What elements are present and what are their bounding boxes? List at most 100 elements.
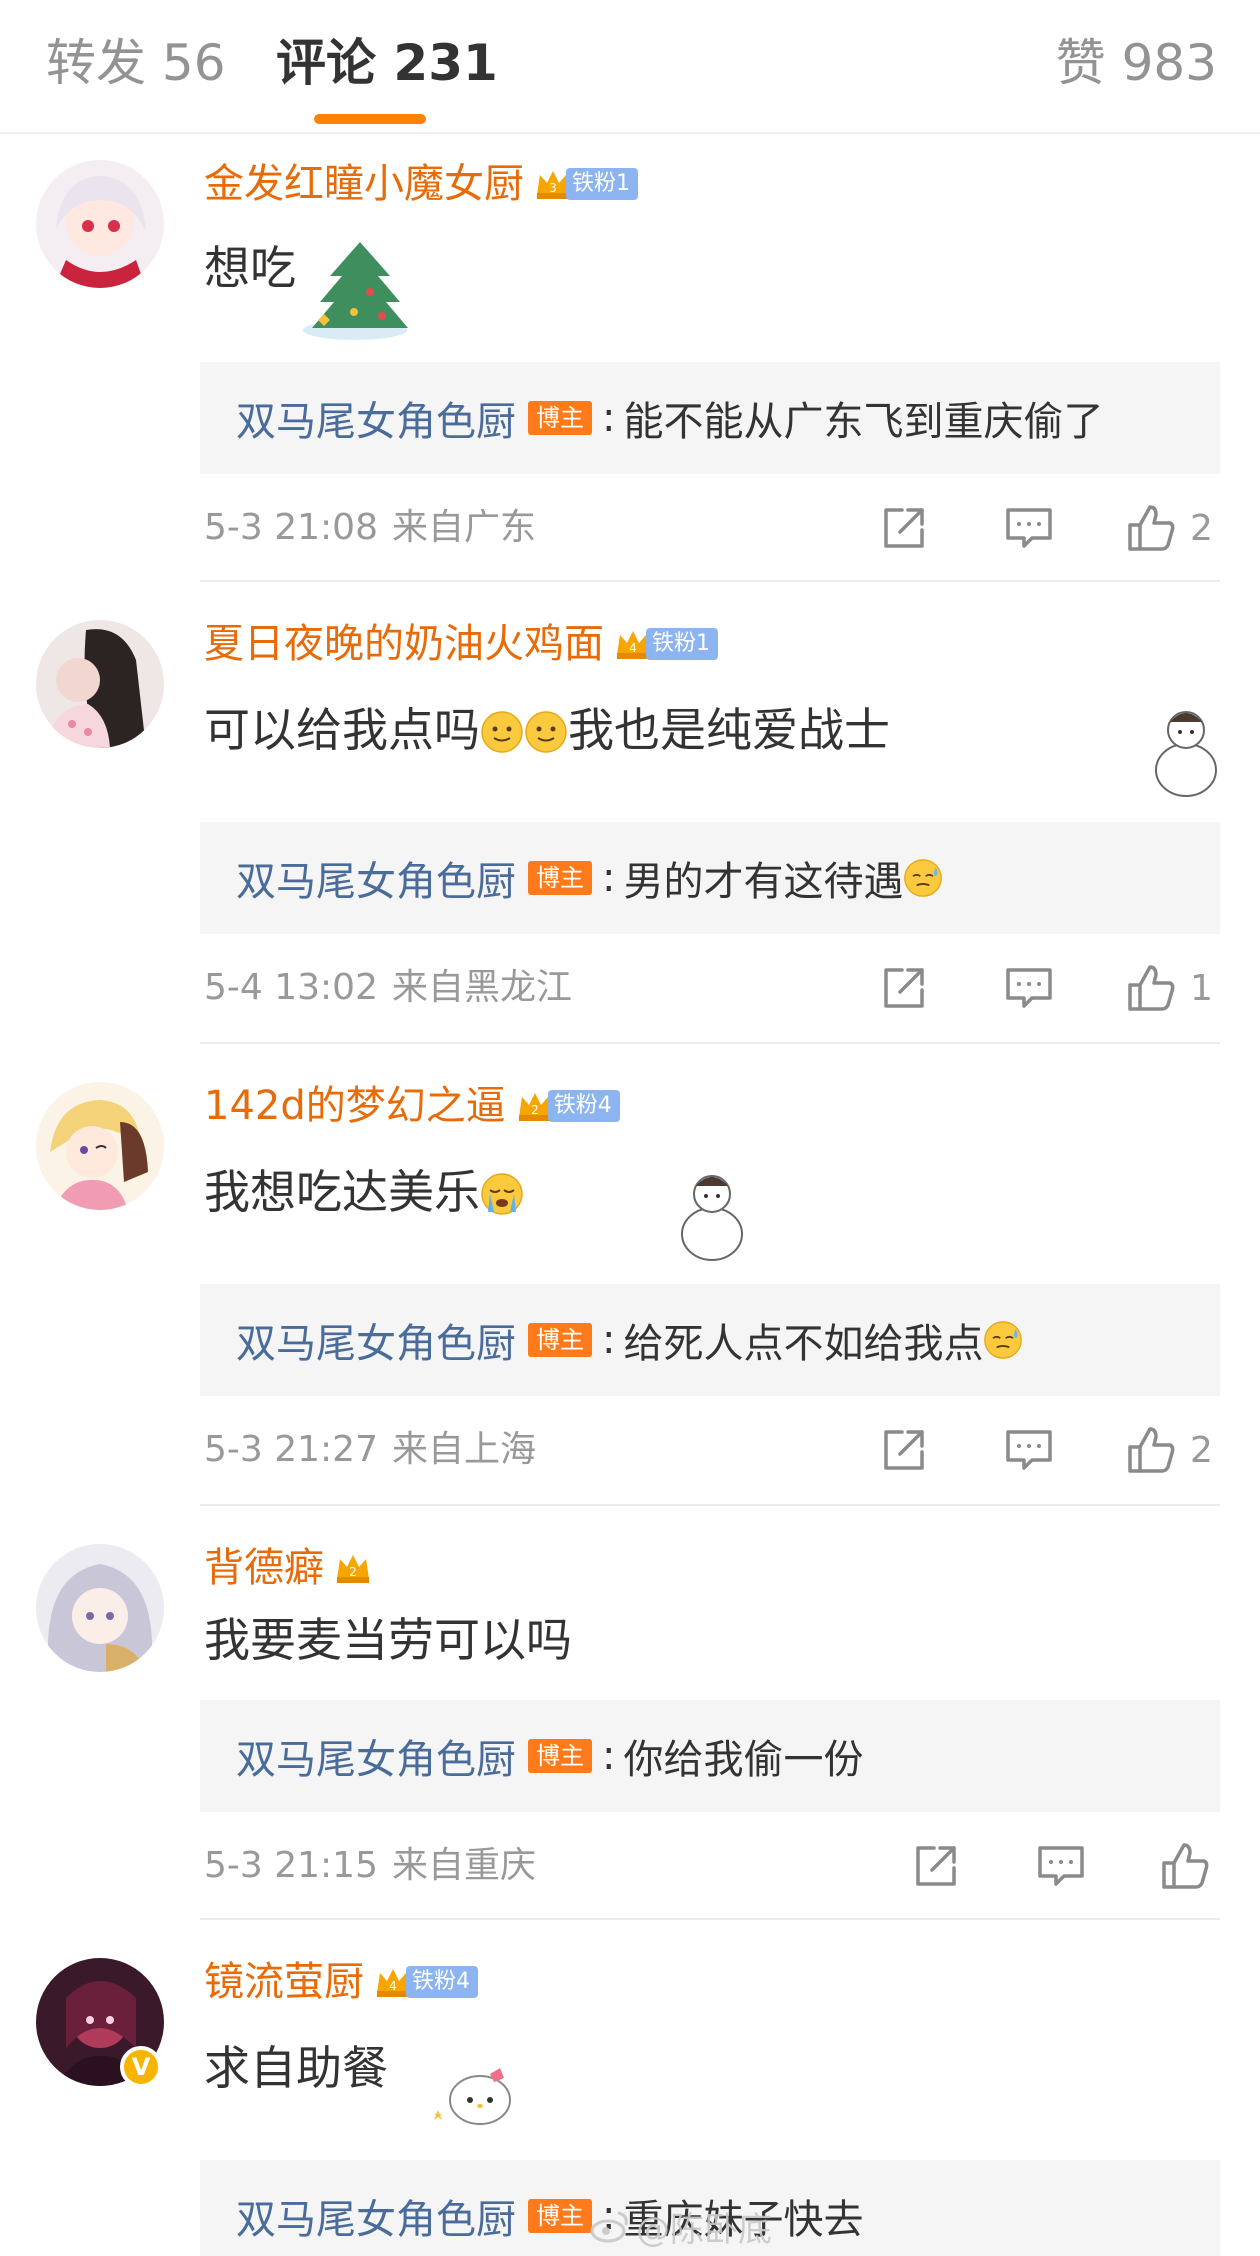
reply-button[interactable] [1004, 498, 1054, 558]
sweat-emoji-icon [983, 1320, 1023, 1360]
comment-location: 来自上海 [392, 1429, 537, 1470]
thumbs-up-icon [1128, 1427, 1175, 1473]
blogger-badge: 博主 [528, 2199, 592, 2233]
comment-text: 想吃 [204, 241, 296, 295]
verified-badge-icon: V [120, 2046, 162, 2088]
blogger-reply[interactable]: 双马尾女角色厨 博主 : 能不能从广东飞到重庆偷了 [200, 362, 1220, 474]
comment-icon [1006, 1430, 1052, 1470]
christmas-tree-sticker-icon [300, 232, 430, 342]
comment-header: 夏日夜晚的奶油火鸡面 4 铁粉1 [204, 614, 718, 674]
like-count: 2 [1190, 1429, 1213, 1471]
svg-text:3: 3 [549, 181, 557, 195]
blogger-reply[interactable]: 双马尾女角色厨 博主 : 男的才有这待遇 [200, 822, 1220, 934]
share-button[interactable] [880, 1420, 928, 1480]
reply-username[interactable]: 双马尾女角色厨 [236, 2187, 516, 2245]
blogger-reply[interactable]: 双马尾女角色厨 博主 : 你给我偷一份 [200, 1700, 1220, 1812]
reply-colon: : [602, 1733, 616, 1779]
like-button[interactable]: 2 [1126, 498, 1213, 558]
fan-badge: 铁粉4 [406, 1966, 478, 1998]
comment-header: 背德癖 2 [204, 1538, 372, 1598]
watermark-text: @陈卧底 [636, 2209, 772, 2250]
avatar[interactable] [36, 1082, 164, 1210]
reply-colon: : [602, 395, 616, 441]
weibo-logo-icon [590, 2211, 628, 2243]
tab-likes[interactable]: 赞 983 [1056, 28, 1217, 98]
comment-meta: 5-3 21:15 来自重庆 [204, 1836, 536, 1896]
thumbs-up-icon [1128, 965, 1175, 1011]
comment-text-part: 可以给我点吗 [204, 703, 480, 757]
comment-text: 求自助餐 [204, 2041, 388, 2095]
comment-text-part: 我也是纯爱战士 [568, 703, 890, 757]
blogger-badge: 博主 [528, 861, 592, 895]
like-button[interactable]: 2 [1126, 1420, 1213, 1480]
avatar[interactable] [36, 1544, 164, 1672]
like-button[interactable] [1160, 1836, 1224, 1896]
crying-emoji-icon [480, 1172, 524, 1216]
username[interactable]: 142d的梦幻之逼 [204, 1076, 506, 1136]
cat-sticker-icon [1150, 700, 1222, 800]
hello-kitty-sticker-icon [420, 2060, 530, 2140]
comment-time: 5-4 13:02 [204, 967, 378, 1008]
reply-username[interactable]: 双马尾女角色厨 [236, 849, 516, 907]
share-icon [884, 968, 924, 1008]
reply-username[interactable]: 双马尾女角色厨 [236, 389, 516, 447]
svg-text:2: 2 [349, 1565, 357, 1579]
comment-location: 来自重庆 [392, 1845, 537, 1886]
comment-header: 142d的梦幻之逼 2 铁粉4 [204, 1076, 620, 1136]
reply-button[interactable] [1004, 958, 1054, 1018]
comment-tabs: 转发 56 评论 231 赞 983 [0, 0, 1260, 134]
comment-text-part: 我想吃达美乐 [204, 1165, 480, 1219]
blogger-badge: 博主 [528, 401, 592, 435]
share-button[interactable] [880, 498, 928, 558]
svg-text:2: 2 [531, 1103, 539, 1117]
share-icon [884, 508, 924, 548]
comment-header: 镜流萤厨 4 铁粉4 [204, 1952, 478, 2012]
crown-icon: 2 [334, 1549, 372, 1587]
comment-header: 金发红瞳小魔女厨 3 铁粉1 [204, 154, 638, 214]
svg-text:4: 4 [629, 641, 637, 655]
thumbs-up-icon [1128, 505, 1175, 551]
comment-text: 我要麦当劳可以吗 [204, 1613, 572, 1667]
username[interactable]: 背德癖 [204, 1538, 324, 1598]
comment-location: 来自广东 [392, 507, 537, 548]
reply-button[interactable] [1036, 1836, 1086, 1896]
fan-badge: 铁粉4 [547, 1090, 620, 1122]
comment-icon [1038, 1846, 1084, 1886]
blogger-badge: 博主 [528, 1739, 592, 1773]
share-button[interactable] [880, 958, 928, 1018]
watermark: @陈卧底 [590, 2206, 772, 2250]
reply-username[interactable]: 双马尾女角色厨 [236, 1727, 516, 1785]
comment-meta: 5-3 21:08 来自广东 [204, 498, 536, 558]
smile-emoji-icon [524, 710, 568, 754]
tab-reposts[interactable]: 转发 56 [46, 28, 226, 98]
fan-badge: 铁粉1 [566, 168, 638, 200]
comment-icon [1006, 508, 1052, 548]
active-tab-indicator [314, 114, 426, 124]
avatar[interactable] [36, 160, 164, 288]
comment-location: 来自黑龙江 [392, 967, 573, 1008]
username[interactable]: 夏日夜晚的奶油火鸡面 [204, 614, 604, 674]
tab-comments[interactable]: 评论 231 [276, 28, 498, 98]
divider [200, 1504, 1220, 1506]
comment-text: 可以给我点吗 我也是纯爱战士 [204, 698, 890, 762]
avatar[interactable] [36, 620, 164, 748]
reply-button[interactable] [1004, 1420, 1054, 1480]
svg-text:4: 4 [389, 1979, 397, 1993]
sweat-emoji-icon [903, 858, 943, 898]
comment-meta: 5-3 21:27 来自上海 [204, 1420, 536, 1480]
cat-sticker-icon [676, 1164, 748, 1264]
blogger-badge: 博主 [528, 1323, 592, 1357]
comment-icon [1006, 968, 1052, 1008]
thumbs-up-icon [1162, 1843, 1209, 1889]
comment-time: 5-3 21:15 [204, 1845, 378, 1886]
like-button[interactable]: 1 [1126, 958, 1213, 1018]
like-count: 2 [1190, 507, 1213, 549]
username[interactable]: 镜流萤厨 [204, 1952, 364, 2012]
comment-text: 我想吃达美乐 [204, 1160, 524, 1224]
username[interactable]: 金发红瞳小魔女厨 [204, 154, 524, 214]
share-icon [884, 1430, 924, 1470]
reply-text: 能不能从广东飞到重庆偷了 [623, 399, 1104, 445]
share-button[interactable] [912, 1836, 960, 1896]
blogger-reply[interactable]: 双马尾女角色厨 博主 : 给死人点不如给我点 [200, 1284, 1220, 1396]
reply-username[interactable]: 双马尾女角色厨 [236, 1311, 516, 1369]
